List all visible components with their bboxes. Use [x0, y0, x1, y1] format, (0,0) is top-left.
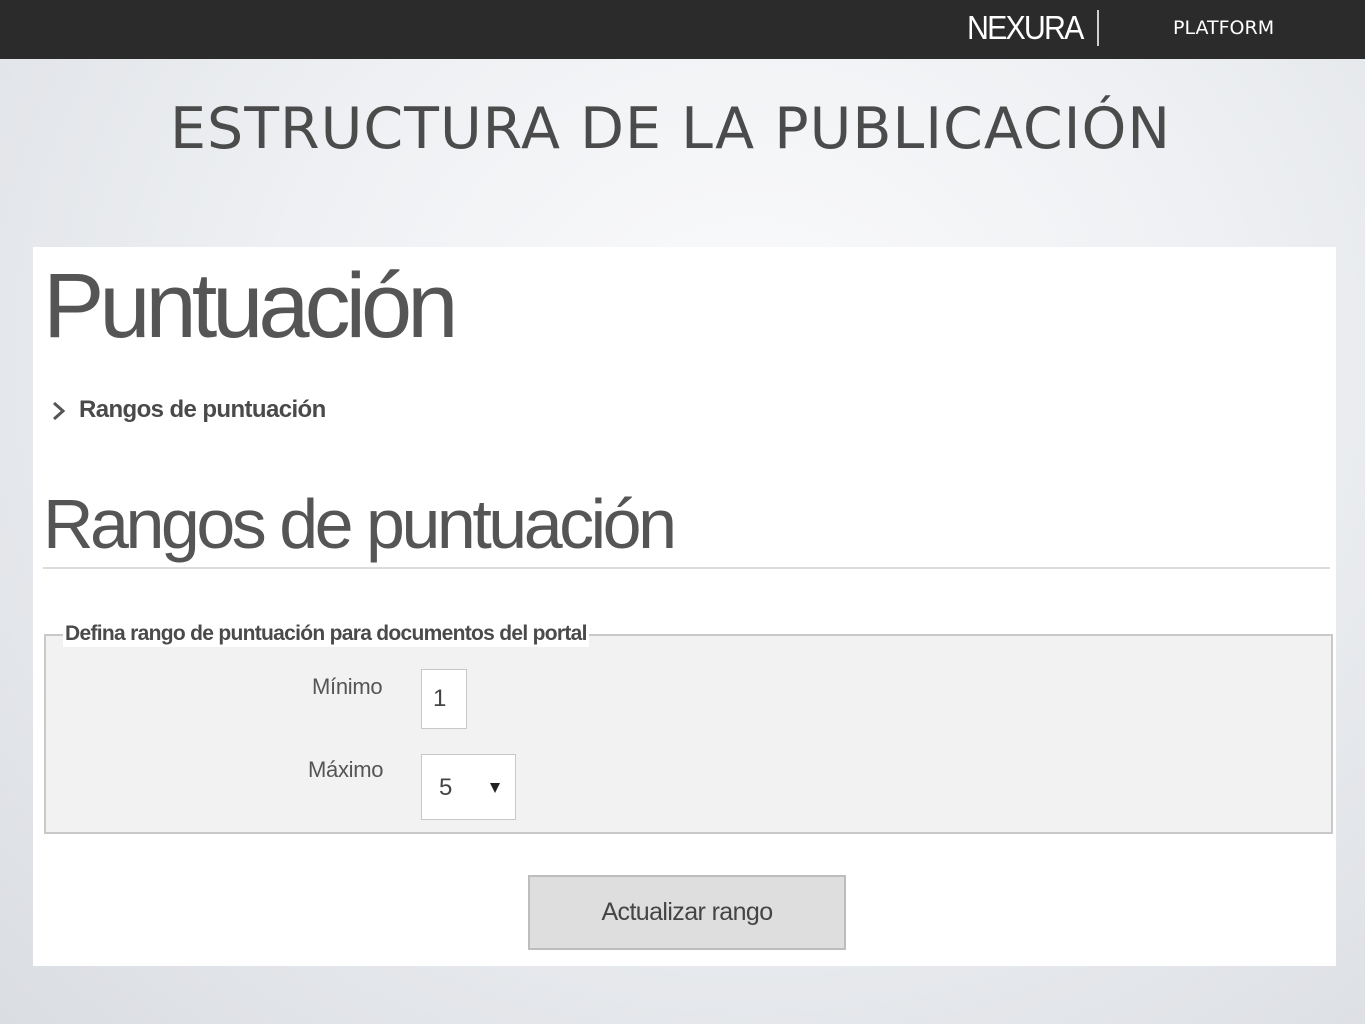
chevron-right-icon	[51, 395, 73, 425]
minimum-input[interactable]	[421, 669, 467, 729]
section-divider	[43, 567, 1330, 569]
range-fieldset: Defina rango de puntuación para document…	[44, 621, 1333, 834]
breadcrumb[interactable]: Rangos de puntuación	[51, 395, 326, 425]
section-heading: Rangos de puntuación	[43, 485, 677, 563]
maximum-select-value: 5	[439, 774, 453, 801]
page-heading: Puntuación	[43, 255, 458, 357]
slide-title: ESTRUCTURA DE LA PUBLICACIÓN	[170, 96, 1171, 162]
breadcrumb-link-rangos[interactable]: Rangos de puntuación	[79, 396, 326, 424]
update-range-button[interactable]: Actualizar rango	[528, 875, 846, 950]
fieldset-legend: Defina rango de puntuación para document…	[63, 621, 589, 647]
dropdown-arrow-icon	[489, 779, 501, 798]
minimum-label: Mínimo	[312, 674, 383, 699]
maximum-select[interactable]: 5	[421, 754, 516, 820]
top-bar: NEXURA PLATFORM	[0, 0, 1365, 59]
platform-label: PLATFORM	[1173, 17, 1275, 39]
screenshot-panel: Puntuación Rangos de puntuación Rangos d…	[33, 247, 1336, 966]
maximum-label: Máximo	[308, 757, 384, 782]
brand-divider	[1097, 10, 1099, 46]
nexura-logo: NEXURA	[967, 9, 1084, 46]
